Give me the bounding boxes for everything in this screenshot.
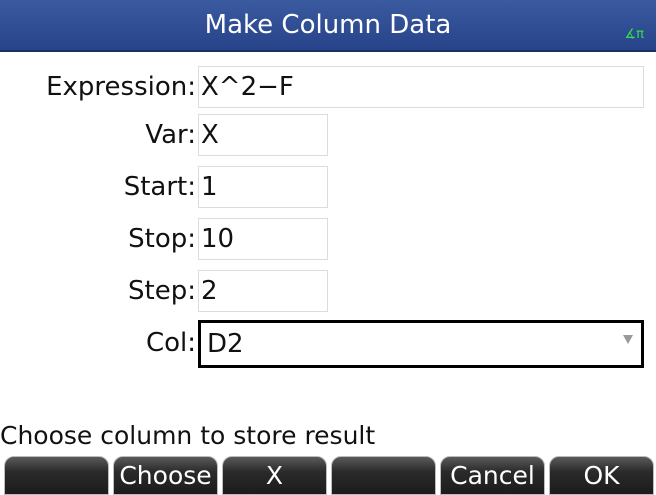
start-label: Start: bbox=[123, 172, 196, 202]
softkey-4[interactable] bbox=[331, 456, 436, 495]
make-column-data-screen: Make Column Data ∡π Expression: X^2−F Va… bbox=[0, 0, 656, 495]
col-value: D2 bbox=[207, 329, 244, 359]
start-value: 1 bbox=[201, 172, 218, 202]
var-field[interactable]: X bbox=[198, 114, 328, 156]
expression-field[interactable]: X^2−F bbox=[198, 66, 644, 108]
chevron-down-icon[interactable] bbox=[623, 335, 633, 344]
step-label: Step: bbox=[128, 276, 196, 306]
angle-mode-indicator: ∡π bbox=[624, 27, 644, 42]
softkey-menu: Choose X Cancel OK bbox=[0, 456, 656, 495]
step-field[interactable]: 2 bbox=[198, 270, 328, 312]
col-label: Col: bbox=[145, 328, 196, 358]
stop-label: Stop: bbox=[128, 224, 196, 254]
softkey-1[interactable] bbox=[4, 456, 109, 495]
expression-label: Expression: bbox=[46, 72, 196, 102]
help-text: Choose column to store result bbox=[0, 421, 376, 450]
stop-field[interactable]: 10 bbox=[198, 218, 328, 260]
softkey-cancel[interactable]: Cancel bbox=[440, 456, 545, 495]
softkey-x[interactable]: X bbox=[222, 456, 327, 495]
var-label: Var: bbox=[145, 120, 196, 150]
page-title: Make Column Data bbox=[204, 10, 452, 40]
start-field[interactable]: 1 bbox=[198, 166, 328, 208]
title-bar: Make Column Data ∡π bbox=[0, 0, 656, 52]
softkey-ok[interactable]: OK bbox=[549, 456, 654, 495]
col-dropdown[interactable]: D2 bbox=[198, 320, 644, 368]
var-value: X bbox=[201, 120, 219, 150]
softkey-choose[interactable]: Choose bbox=[113, 456, 218, 495]
expression-value: X^2−F bbox=[201, 72, 294, 102]
stop-value: 10 bbox=[201, 224, 235, 254]
step-value: 2 bbox=[201, 276, 218, 306]
